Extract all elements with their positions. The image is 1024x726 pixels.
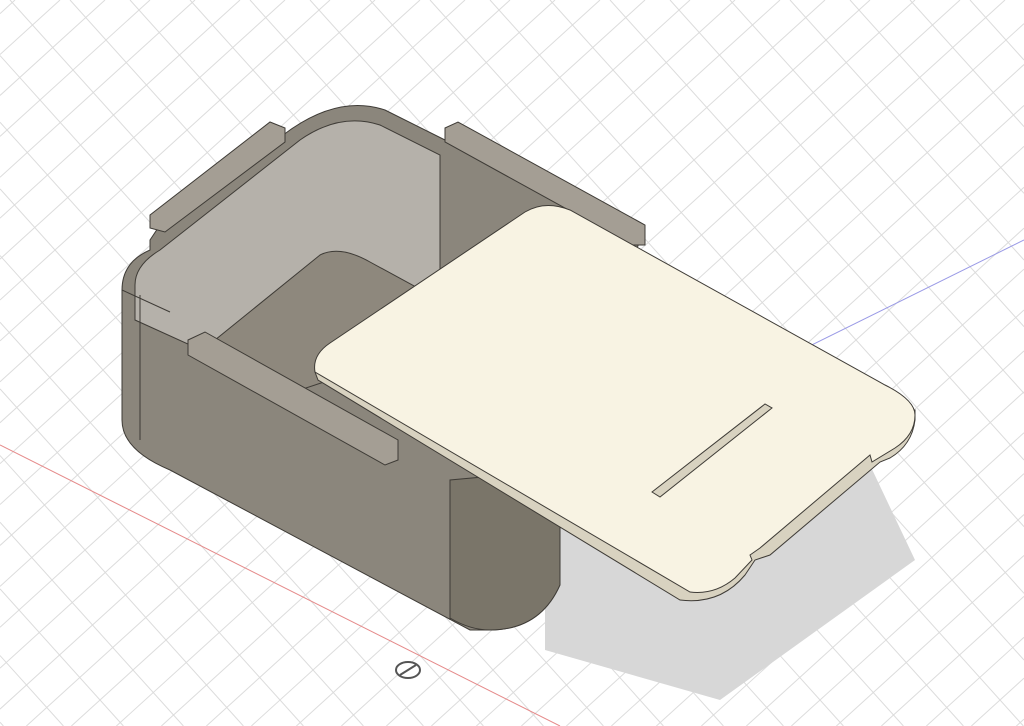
- grid-line: [969, 0, 1024, 61]
- grid-line: [0, 0, 16, 15]
- grid-line: [881, 595, 1024, 726]
- grid-line: [729, 0, 1024, 328]
- grid-line: [0, 0, 151, 137]
- grid-line: [971, 677, 1024, 726]
- grid-line: [0, 721, 4, 726]
- model-canvas[interactable]: [0, 0, 1024, 726]
- grid-line: [0, 521, 184, 726]
- grid-line: [849, 0, 1024, 194]
- grid-line: [0, 588, 124, 726]
- grid-line: [789, 0, 1024, 261]
- grid-line: [0, 455, 244, 726]
- grid-line: [909, 0, 1024, 128]
- 3d-viewport[interactable]: [0, 0, 1024, 726]
- grid-line: [0, 655, 64, 726]
- grid-line: [926, 636, 1024, 726]
- grid-line: [0, 0, 61, 55]
- origin-marker[interactable]: [395, 661, 421, 679]
